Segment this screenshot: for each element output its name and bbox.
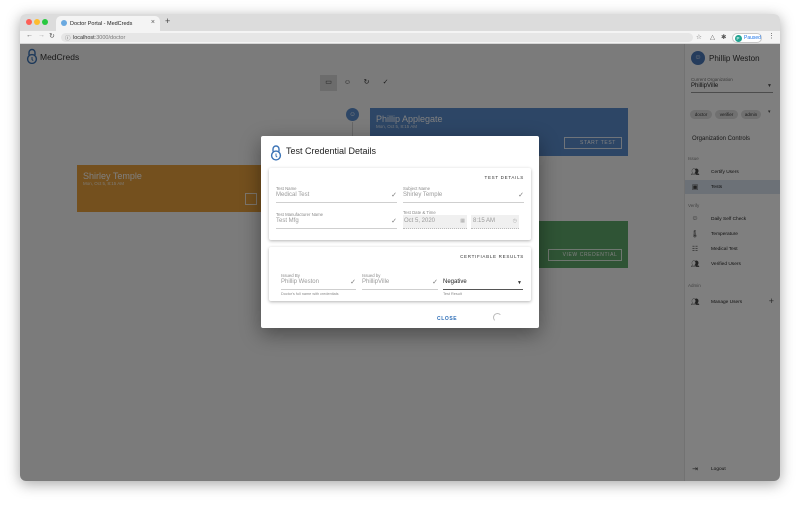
profile-button[interactable]: P Paused: [732, 32, 762, 43]
issued-by-field[interactable]: Issued By Phillip Weston ✓: [281, 273, 356, 290]
forward-icon[interactable]: →: [38, 32, 45, 39]
bookmark-star-icon[interactable]: ☆: [696, 33, 702, 41]
back-icon[interactable]: ←: [26, 32, 33, 39]
test-result-help: Test Result: [443, 292, 462, 296]
check-icon: ✓: [518, 192, 524, 199]
medcreds-logo-icon: [270, 145, 282, 161]
check-icon: ✓: [432, 279, 438, 286]
check-icon: ✓: [350, 279, 356, 286]
browser-menu-icon[interactable]: ⋮: [768, 32, 775, 40]
test-time-field[interactable]: 8:15 AM ◷: [471, 215, 519, 229]
browser-tab[interactable]: Doctor Portal - MedCreds ×: [56, 16, 160, 31]
tab-close-icon[interactable]: ×: [151, 19, 155, 26]
minimize-window-button[interactable]: [34, 19, 40, 25]
profile-status: Paused: [744, 35, 761, 41]
browser-window: Doctor Portal - MedCreds × + ← → ↻ ⓘ loc…: [20, 14, 780, 481]
tab-title: Doctor Portal - MedCreds: [70, 21, 133, 27]
test-credential-dialog: Test Credential Details TEST DETAILS Tes…: [261, 136, 539, 328]
tab-bar: Doctor Portal - MedCreds × +: [20, 14, 780, 31]
extension-drive-icon[interactable]: △: [710, 33, 715, 41]
test-result-select[interactable]: Negative ▼: [443, 279, 523, 290]
address-bar-row: ← → ↻ ⓘ localhost:3000/doctor ☆ △ ✱ P Pa…: [20, 31, 780, 44]
profile-avatar: P: [734, 34, 742, 42]
chevron-down-icon: ▼: [517, 280, 522, 286]
test-result-value: Negative: [443, 279, 467, 285]
manufacturer-field[interactable]: Test Manufacturer Name Test Mfg ✓: [276, 212, 397, 229]
favicon-icon: [61, 20, 67, 26]
url-field[interactable]: ⓘ localhost:3000/doctor: [61, 33, 693, 42]
dialog-title: Test Credential Details: [286, 146, 377, 156]
results-header: CERTIFIABLE RESULTS: [460, 254, 524, 259]
loading-spinner-icon: [493, 313, 502, 322]
test-details-panel: TEST DETAILS Test Name Medical Test ✓ Su…: [269, 168, 531, 240]
test-details-header: TEST DETAILS: [484, 175, 524, 180]
issuer-org-field[interactable]: Issued by PhillipVille ✓: [362, 273, 438, 290]
close-button[interactable]: CLOSE: [437, 316, 457, 322]
check-icon: ✓: [391, 192, 397, 199]
test-name-field[interactable]: Test Name Medical Test ✓: [276, 186, 397, 203]
reload-icon[interactable]: ↻: [49, 32, 55, 40]
test-date-field[interactable]: Oct 5, 2020 ▦: [403, 215, 467, 229]
extensions-puzzle-icon[interactable]: ✱: [721, 33, 726, 41]
new-tab-button[interactable]: +: [165, 16, 170, 26]
subject-name-field[interactable]: Subject Name Shirley Temple ✓: [403, 186, 524, 203]
calendar-icon: ▦: [460, 218, 465, 224]
url-host: localhost: [73, 34, 95, 41]
url-path: :3000/doctor: [94, 34, 126, 41]
close-window-button[interactable]: [26, 19, 32, 25]
info-icon[interactable]: ⓘ: [65, 34, 71, 42]
results-panel: CERTIFIABLE RESULTS Issued By Phillip We…: [269, 247, 531, 301]
check-icon: ✓: [391, 218, 397, 225]
issued-by-help: Doctor's full name with credentials: [281, 292, 339, 296]
clock-icon: ◷: [512, 218, 517, 224]
zoom-window-button[interactable]: [42, 19, 48, 25]
